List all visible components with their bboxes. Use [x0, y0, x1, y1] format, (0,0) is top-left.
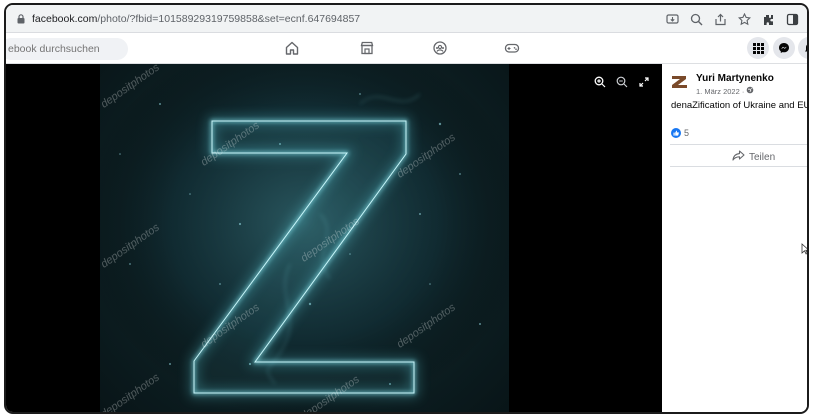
mouse-cursor-icon — [801, 242, 807, 255]
author-name[interactable]: Yuri Martynenko — [696, 73, 774, 84]
browser-window: facebook.com/photo/?fbid=101589293197598… — [4, 3, 809, 414]
avatar[interactable] — [670, 73, 690, 91]
url-text: facebook.com/photo/?fbid=101589293197598… — [32, 13, 360, 25]
fullscreen-icon[interactable] — [636, 74, 652, 90]
post-caption: denaZification of Ukraine and EU — [671, 100, 809, 111]
zoom-in-icon[interactable] — [592, 74, 608, 90]
gaming-icon[interactable] — [502, 38, 522, 58]
install-app-icon[interactable] — [663, 10, 681, 28]
side-panel-icon[interactable] — [783, 10, 801, 28]
search-input[interactable] — [8, 43, 118, 55]
share-label: Teilen — [749, 151, 776, 163]
address-bar[interactable]: facebook.com/photo/?fbid=101589293197598… — [8, 8, 698, 30]
url-host: facebook.com — [32, 13, 98, 25]
lock-icon[interactable] — [14, 12, 28, 26]
post-meta: 1. März 2022 · — [696, 86, 754, 96]
url-path: /photo/?fbid=10158929319759858&set=ecnf.… — [97, 13, 361, 25]
notifications-icon[interactable] — [798, 37, 807, 59]
zoom-out-icon[interactable] — [614, 74, 630, 90]
address-bar-row: facebook.com/photo/?fbid=101589293197598… — [6, 5, 807, 33]
share-icon — [732, 150, 745, 164]
photo-viewer: depositphotos depositphotos depositphoto… — [6, 64, 662, 412]
divider — [670, 144, 807, 145]
globe-icon — [746, 86, 754, 96]
marketplace-icon[interactable] — [357, 38, 377, 58]
facebook-search[interactable] — [6, 38, 128, 60]
messenger-icon[interactable] — [773, 37, 795, 59]
post-photo[interactable]: depositphotos depositphotos depositphoto… — [100, 64, 509, 412]
divider — [670, 166, 807, 167]
address-bar-actions — [663, 9, 801, 29]
zoom-icon[interactable] — [687, 10, 705, 28]
bookmark-star-icon[interactable] — [735, 10, 753, 28]
groups-icon[interactable] — [430, 38, 450, 58]
share-button[interactable]: Teilen — [732, 150, 775, 164]
post-date[interactable]: 1. März 2022 · — [696, 87, 744, 96]
reaction-count: 5 — [684, 128, 690, 138]
menu-grid-icon[interactable] — [747, 37, 769, 59]
post-info-panel: Yuri Martynenko 1. März 2022 · denaZific… — [662, 64, 809, 412]
home-icon[interactable] — [282, 38, 302, 58]
reaction-summary[interactable]: 5 — [671, 128, 689, 138]
letter-z-artwork — [100, 64, 509, 412]
like-icon — [671, 128, 681, 138]
share-page-icon[interactable] — [711, 10, 729, 28]
facebook-header — [6, 33, 807, 64]
extensions-icon[interactable] — [759, 10, 777, 28]
